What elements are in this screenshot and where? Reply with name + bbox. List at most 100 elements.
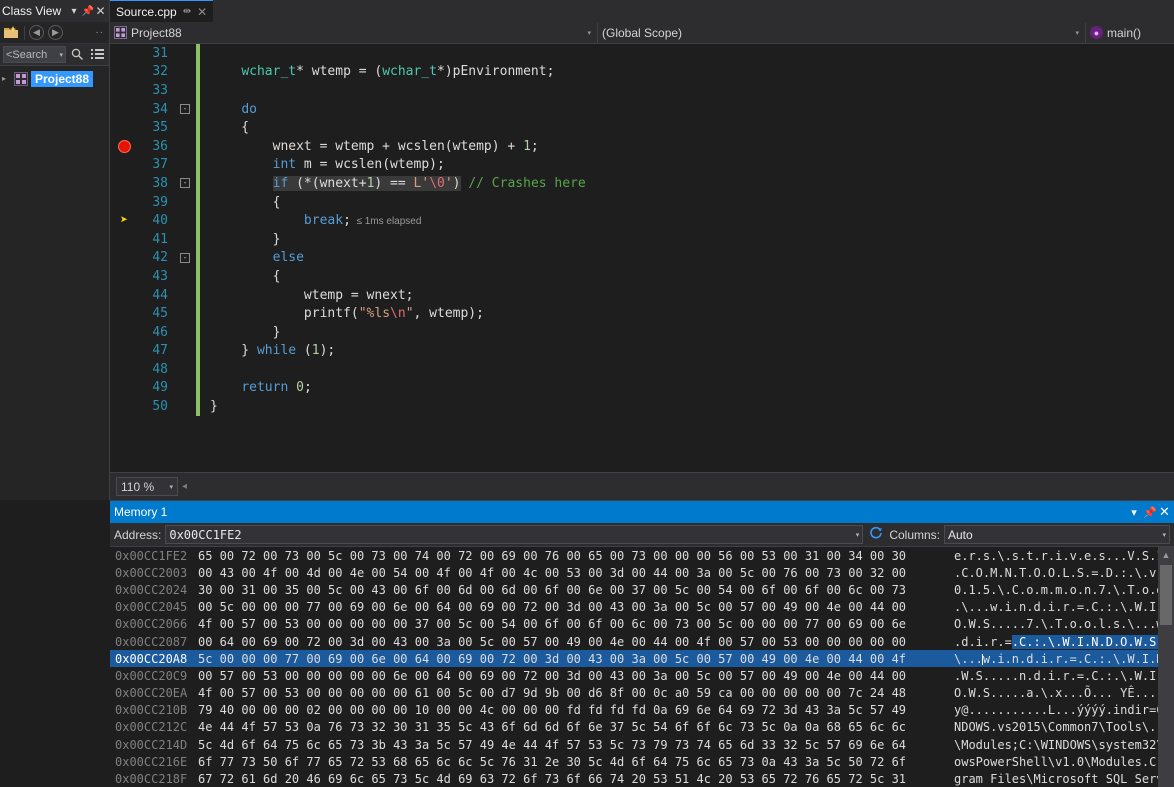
tree-item-project88[interactable]: ▸ Project88 [0, 69, 109, 88]
memory-ascii[interactable]: O.W.S.....a.\.x...Õ... YÊ.....|$H [948, 686, 1174, 700]
memory-row[interactable]: 0x00CC20EA 4f 00 57 00 53 00 00 00 00 00 … [110, 685, 1174, 702]
memory-ascii[interactable]: owsPowerShell\v1.0\Modules.C:\Pro [948, 755, 1174, 769]
memory-row[interactable]: 0x00CC2066 4f 00 57 00 53 00 00 00 00 00 … [110, 616, 1174, 633]
memory-hex-bytes[interactable]: 30 00 31 00 35 00 5c 00 43 00 6f 00 6d 0… [198, 583, 948, 597]
code-text[interactable]: wchar_t* wtemp = (wchar_t*)pEnvironment; [202, 64, 1174, 79]
gutter-glyph-margin[interactable] [110, 360, 138, 379]
code-line[interactable]: 46 } [110, 322, 1174, 342]
gutter-glyph-margin[interactable] [110, 81, 138, 100]
memory-hex-bytes[interactable]: 00 5c 00 00 00 77 00 69 00 6e 00 64 00 6… [198, 600, 948, 614]
gutter-glyph-margin[interactable] [110, 397, 138, 416]
memory-ascii[interactable]: .d.i.r.=.C.:.\.W.I.N.D.O.W.S..... [948, 634, 1174, 649]
gutter-glyph-margin[interactable] [110, 118, 138, 137]
memory-hex-bytes[interactable]: 6f 77 73 50 6f 77 65 72 53 68 65 6c 6c 5… [198, 755, 948, 769]
chevron-down-icon[interactable]: ▾ [587, 29, 593, 37]
memory-scrollbar[interactable]: ▲ [1158, 547, 1174, 787]
memory-hex-bytes[interactable]: 4f 00 57 00 53 00 00 00 00 00 37 00 5c 0… [198, 617, 948, 631]
gutter-glyph-margin[interactable] [110, 267, 138, 286]
scope-selector-dropdown[interactable]: (Global Scope) ▾ [598, 22, 1086, 43]
memory-ascii[interactable]: \Modules;C:\WINDOWS\system32\Wind [948, 738, 1174, 752]
memory-hex-bytes[interactable]: 79 40 00 00 00 02 00 00 00 00 10 00 00 4… [198, 703, 948, 717]
collapse-icon[interactable]: - [180, 104, 190, 115]
collapse-icon[interactable]: - [180, 252, 190, 263]
chevron-down-icon[interactable]: ▾ [169, 483, 173, 491]
memory-ascii[interactable]: NDOWS.vs2015\Common7\Tools\..hell [948, 720, 1174, 734]
forward-arrow-icon[interactable]: ▶ [48, 25, 63, 40]
breakpoint-dot[interactable] [117, 139, 131, 153]
code-text[interactable]: do [202, 102, 1174, 117]
scroll-up-arrow-icon[interactable]: ▲ [1158, 547, 1174, 563]
code-line[interactable]: 49 return 0; [110, 378, 1174, 398]
memory-row[interactable]: 0x00CC2045 00 5c 00 00 00 77 00 69 00 6e … [110, 599, 1174, 616]
gutter-glyph-margin[interactable] [110, 44, 138, 63]
chevron-down-icon[interactable]: ▾ [1075, 29, 1081, 37]
gutter-glyph-margin[interactable] [110, 341, 138, 361]
fold-toggle[interactable]: - [176, 104, 194, 115]
code-line[interactable]: 31 [110, 44, 1174, 63]
search-icon[interactable] [69, 46, 86, 63]
memory-hex-bytes[interactable]: 4e 44 4f 57 53 0a 76 73 32 30 31 35 5c 4… [198, 720, 948, 734]
code-editor[interactable]: 31 32 wchar_t* wtemp = (wchar_t*)pEnviron… [110, 44, 1174, 472]
memory-ascii[interactable]: 0.1.5.\.C.o.m.m.o.n.7.\.T.o.o.l.s [948, 583, 1174, 597]
list-settings-icon[interactable] [89, 46, 106, 63]
chevron-down-icon[interactable]: ▾ [67, 6, 81, 17]
code-text[interactable]: else [202, 250, 1174, 265]
gutter-glyph-margin[interactable] [110, 322, 138, 342]
gutter-glyph-margin[interactable] [110, 62, 138, 82]
memory-row[interactable]: 0x00CC210B 79 40 00 00 00 02 00 00 00 00 … [110, 702, 1174, 719]
memory-ascii[interactable]: .C.O.M.N.T.O.O.L.S.=.D.:.\.v.s.2. [948, 566, 1174, 580]
memory-row[interactable]: 0x00CC216E 6f 77 73 50 6f 77 65 72 53 68 … [110, 753, 1174, 770]
tab-source-cpp[interactable]: Source.cpp ⇹ ✕ [110, 0, 214, 22]
gutter-glyph-margin[interactable] [110, 99, 138, 119]
address-input[interactable]: 0x00CC1FE2 ▾ [165, 525, 864, 544]
pin-icon[interactable]: 📌 [81, 6, 95, 17]
gutter-glyph-margin[interactable] [110, 378, 138, 398]
gutter-glyph-margin[interactable] [110, 304, 138, 323]
memory-row[interactable]: 0x00CC214D 5c 4d 6f 64 75 6c 65 73 3b 43 … [110, 736, 1174, 753]
memory-ascii[interactable]: gram Files\Microsoft SQL Server\1 [948, 772, 1174, 786]
memory-hex-bytes[interactable]: 00 57 00 53 00 00 00 00 00 6e 00 64 00 6… [198, 669, 948, 683]
code-line[interactable]: 38 - if (*(wnext+1) == L'\0') // Crashes … [110, 174, 1174, 193]
memory-hex-bytes[interactable]: 65 00 72 00 73 00 5c 00 73 00 74 00 72 0… [198, 549, 948, 563]
memory-row[interactable]: 0x00CC2003 00 43 00 4f 00 4d 00 4e 00 54 … [110, 564, 1174, 581]
code-line[interactable]: 47 } while (1); [110, 341, 1174, 361]
memory-ascii[interactable]: \...w.i.n.d.i.r.=.C.:.\.W.I.N.D.O [948, 652, 1174, 666]
code-text[interactable]: wnext = wtemp + wcslen(wtemp) + 1; [202, 139, 1174, 154]
close-icon[interactable]: ✕ [1158, 504, 1174, 520]
code-line[interactable]: 44 wtemp = wnext; [110, 285, 1174, 305]
memory-ascii[interactable]: .\...w.i.n.d.i.r.=.C.:.\.W.I.N.D. [948, 600, 1174, 614]
zoom-level-dropdown[interactable]: 110 % ▾ [116, 477, 178, 496]
memory-row[interactable]: 0x00CC20C9 00 57 00 53 00 00 00 00 00 6e … [110, 667, 1174, 684]
code-text[interactable]: { [202, 269, 1174, 284]
code-line[interactable]: 32 wchar_t* wtemp = (wchar_t*)pEnvironme… [110, 62, 1174, 82]
code-line[interactable]: 48 [110, 360, 1174, 379]
refresh-icon[interactable] [867, 526, 885, 543]
chevron-right-icon[interactable]: ▸ [2, 74, 11, 83]
code-text[interactable]: } while (1); [202, 343, 1174, 358]
code-line[interactable]: 35 { [110, 118, 1174, 137]
close-tab-icon[interactable]: ✕ [197, 5, 207, 19]
pin-icon[interactable]: 📌 [1142, 506, 1158, 519]
code-line[interactable]: 39 { [110, 192, 1174, 212]
code-line[interactable]: 43 { [110, 267, 1174, 286]
code-line[interactable]: 34 - do [110, 99, 1174, 119]
code-line[interactable]: ➤ 40 break; ≤ 1ms elapsed [110, 211, 1174, 230]
code-text[interactable]: return 0; [202, 380, 1174, 395]
chevron-down-icon[interactable]: ▾ [1126, 506, 1142, 519]
memory-hex-bytes[interactable]: 00 64 00 69 00 72 00 3d 00 43 00 3a 00 5… [198, 635, 948, 649]
chevron-down-icon[interactable]: ▾ [59, 51, 63, 59]
pin-tab-icon[interactable]: ⇹ [183, 6, 191, 17]
gutter-glyph-margin[interactable] [110, 248, 138, 268]
code-text[interactable]: wtemp = wnext; [202, 288, 1174, 303]
memory-hex-dump[interactable]: 0x00CC1FE2 65 00 72 00 73 00 5c 00 73 00 … [110, 547, 1174, 787]
memory-hex-bytes[interactable]: 00 43 00 4f 00 4d 00 4e 00 54 00 4f 00 4… [198, 566, 948, 580]
memory-hex-bytes[interactable]: 5c 00 00 00 77 00 69 00 6e 00 64 00 69 0… [198, 652, 948, 666]
memory-row[interactable]: 0x00CC1FE2 65 00 72 00 73 00 5c 00 73 00 … [110, 547, 1174, 564]
project-selector-dropdown[interactable]: Project88 ▾ [110, 22, 598, 43]
memory-row[interactable]: 0x00CC218F 67 72 61 6d 20 46 69 6c 65 73 … [110, 770, 1174, 787]
memory-ascii[interactable]: O.W.S.....7.\.T.o.o.l.s.\...w.i.n [948, 617, 1174, 631]
memory-ascii[interactable]: e.r.s.\.s.t.r.i.v.e.s...V.S.1.4.0 [948, 549, 1174, 563]
code-text[interactable]: } [202, 232, 1174, 247]
code-text[interactable]: int m = wcslen(wtemp); [202, 157, 1174, 172]
breakpoint-icon[interactable] [110, 136, 138, 156]
